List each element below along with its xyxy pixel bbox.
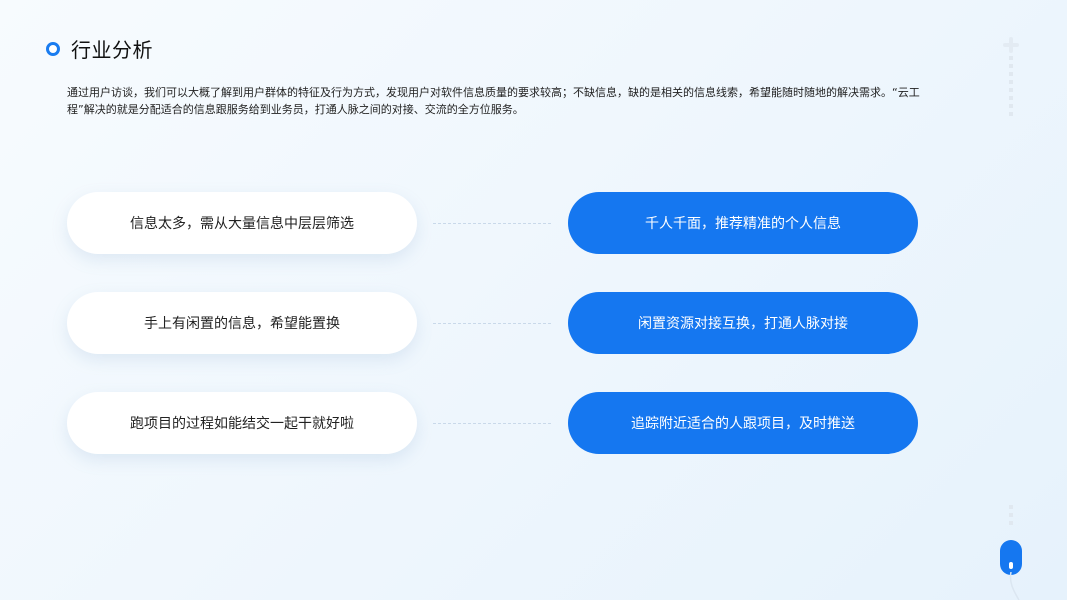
section-description: 通过用户访谈，我们可以大概了解到用户群体的特征及行为方式，发现用户对软件信息质量… bbox=[67, 86, 920, 116]
connector-line-1 bbox=[433, 223, 551, 224]
decor-dashes-top bbox=[1009, 56, 1013, 118]
problem-card-2: 手上有闲置的信息，希望能置换 bbox=[67, 292, 417, 354]
connector-line-3 bbox=[433, 423, 551, 424]
circle-ring-icon bbox=[46, 41, 60, 56]
mouse-scroll-icon bbox=[1000, 540, 1022, 575]
mouse-cable-icon bbox=[1009, 572, 1020, 600]
page-title: 行业分析 bbox=[71, 38, 153, 62]
mouse-wheel bbox=[1009, 562, 1013, 569]
problem-card-1: 信息太多，需从大量信息中层层筛选 bbox=[67, 192, 417, 254]
decor-dashes-bottom bbox=[1009, 505, 1013, 529]
solution-button-2[interactable]: 闲置资源对接互换，打通人脉对接 bbox=[568, 292, 918, 354]
plus-cross-icon bbox=[1003, 37, 1019, 53]
solution-button-3[interactable]: 追踪附近适合的人跟项目，及时推送 bbox=[568, 392, 918, 454]
problem-card-3: 跑项目的过程如能结交一起干就好啦 bbox=[67, 392, 417, 454]
section-header: 行业分析 bbox=[46, 34, 153, 63]
connector-line-2 bbox=[433, 323, 551, 324]
solution-button-1[interactable]: 千人千面，推荐精准的个人信息 bbox=[568, 192, 918, 254]
